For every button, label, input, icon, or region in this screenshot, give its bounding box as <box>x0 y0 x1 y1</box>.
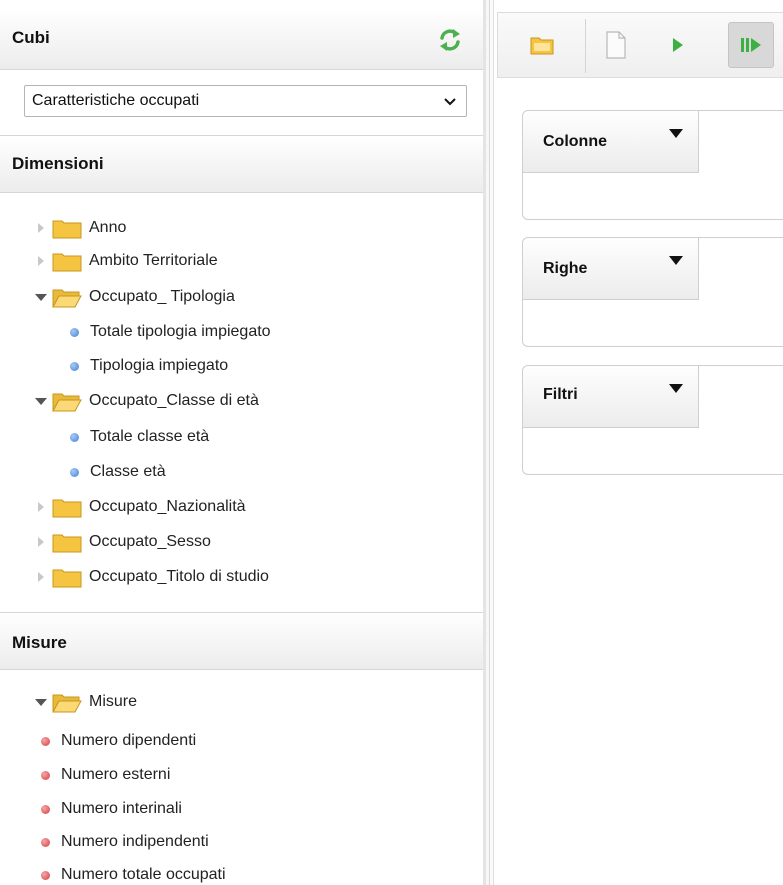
caret-right-icon[interactable] <box>34 221 48 235</box>
folder-icon <box>52 534 82 553</box>
tree-item-anno[interactable]: Anno <box>34 215 126 241</box>
level-dot-icon <box>70 327 79 337</box>
rows-label: Righe <box>543 260 588 277</box>
columns-tab[interactable]: Colonne <box>523 111 699 173</box>
tree-item-occupato-titolo-studio[interactable]: Occupato_Titolo di studio <box>34 564 269 590</box>
measure-dot-icon <box>41 870 50 880</box>
right-panel: Colonne Righe Filtri <box>493 0 783 885</box>
tree-item-label: Classe età <box>90 463 166 480</box>
tree-item-label: Tipologia impiegato <box>90 357 229 374</box>
dimensions-title: Dimensioni <box>12 154 104 173</box>
measure-item-numero-dipendenti[interactable]: Numero dipendenti <box>41 728 196 754</box>
tree-level-tipologia-impiegato[interactable]: Tipologia impiegato <box>70 353 228 379</box>
measure-label: Numero dipendenti <box>61 732 197 749</box>
measures-header: Misure <box>0 612 483 670</box>
chevron-down-icon <box>444 98 456 106</box>
caret-right-icon[interactable] <box>34 254 48 268</box>
measure-dot-icon <box>41 804 50 814</box>
cube-select-value: Caratteristiche occupati <box>32 92 200 109</box>
caret-right-icon[interactable] <box>34 500 48 514</box>
tree-level-totale-classe-eta[interactable]: Totale classe età <box>70 424 209 450</box>
tree-level-totale-tipologia[interactable]: Totale tipologia impiegato <box>70 319 271 345</box>
folder-open-icon <box>52 289 82 308</box>
measures-title: Misure <box>12 633 67 652</box>
caret-down-icon[interactable] <box>669 129 683 138</box>
folder-open-icon <box>52 694 82 713</box>
caret-down-icon[interactable] <box>34 695 48 709</box>
measure-label: Numero indipendenti <box>61 833 209 850</box>
play-icon <box>673 38 683 52</box>
measure-item-numero-indipendenti[interactable]: Numero indipendenti <box>41 829 209 855</box>
measure-item-numero-interinali[interactable]: Numero interinali <box>41 796 182 822</box>
rows-tab[interactable]: Righe <box>523 238 699 300</box>
tree-item-ambito-territoriale[interactable]: Ambito Territoriale <box>34 248 218 274</box>
dimensions-header: Dimensioni <box>0 135 483 193</box>
caret-down-icon[interactable] <box>34 290 48 304</box>
rows-drop-panel[interactable]: Righe <box>522 237 783 347</box>
columns-drop-panel[interactable]: Colonne <box>522 110 783 220</box>
tree-item-label: Occupato_Titolo di studio <box>89 568 269 585</box>
tree-item-occupato-tipologia[interactable]: Occupato_ Tipologia <box>34 284 235 310</box>
caret-down-icon[interactable] <box>669 384 683 393</box>
tree-item-occupato-classe-eta[interactable]: Occupato_Classe di età <box>34 388 259 414</box>
caret-right-icon[interactable] <box>34 535 48 549</box>
tree-item-label: Totale classe età <box>90 428 210 445</box>
tree-level-classe-eta[interactable]: Classe età <box>70 459 166 485</box>
tree-item-label: Misure <box>89 693 138 710</box>
folder-icon <box>52 569 82 588</box>
caret-down-icon[interactable] <box>669 256 683 265</box>
measure-dot-icon <box>41 770 50 780</box>
auto-run-button[interactable] <box>728 22 774 68</box>
measure-dot-icon <box>41 837 50 847</box>
cubes-header: Cubi <box>0 8 483 70</box>
measure-label: Numero totale occupati <box>61 866 226 883</box>
columns-label: Colonne <box>543 133 607 150</box>
open-folder-icon <box>530 37 554 55</box>
auto-run-icon <box>741 38 761 52</box>
tree-item-label: Totale tipologia impiegato <box>90 323 271 340</box>
level-dot-icon <box>70 467 79 477</box>
tree-item-label: Occupato_Nazionalità <box>89 498 246 515</box>
measure-label: Numero esterni <box>61 766 171 783</box>
tree-item-misure-folder[interactable]: Misure <box>34 689 137 715</box>
toolbar-separator <box>585 19 586 73</box>
caret-right-icon[interactable] <box>34 570 48 584</box>
measure-item-numero-totale-occupati[interactable]: Numero totale occupati <box>41 862 226 885</box>
new-document-icon <box>606 31 626 59</box>
tree-item-occupato-nazionalita[interactable]: Occupato_Nazionalità <box>34 494 246 520</box>
level-dot-icon <box>70 361 79 371</box>
measure-item-numero-esterni[interactable]: Numero esterni <box>41 762 170 788</box>
level-dot-icon <box>70 432 79 442</box>
cube-select[interactable]: Caratteristiche occupati <box>24 85 467 117</box>
panel-splitter[interactable] <box>483 0 493 885</box>
tree-item-label: Occupato_ Tipologia <box>89 288 235 305</box>
left-panel: Cubi Caratteristiche occupati Dimensioni… <box>0 0 483 885</box>
new-query-button[interactable] <box>598 27 634 63</box>
folder-open-icon <box>52 393 82 412</box>
folder-icon <box>52 253 82 272</box>
tree-item-label: Anno <box>89 219 127 236</box>
cubes-title: Cubi <box>12 28 50 47</box>
measure-dot-icon <box>41 736 50 746</box>
folder-icon <box>52 499 82 518</box>
open-query-button[interactable] <box>524 27 560 63</box>
measure-label: Numero interinali <box>61 800 182 817</box>
run-query-button[interactable] <box>660 27 696 63</box>
filters-tab[interactable]: Filtri <box>523 366 699 428</box>
tree-item-label: Occupato_Classe di età <box>89 392 259 409</box>
caret-down-icon[interactable] <box>34 394 48 408</box>
query-toolbar <box>497 12 783 78</box>
folder-icon <box>52 220 82 239</box>
tree-item-label: Occupato_Sesso <box>89 533 211 550</box>
filters-drop-panel[interactable]: Filtri <box>522 365 783 475</box>
refresh-icon[interactable] <box>437 27 463 53</box>
filters-label: Filtri <box>543 386 578 403</box>
tree-item-occupato-sesso[interactable]: Occupato_Sesso <box>34 529 211 555</box>
tree-item-label: Ambito Territoriale <box>89 252 218 269</box>
